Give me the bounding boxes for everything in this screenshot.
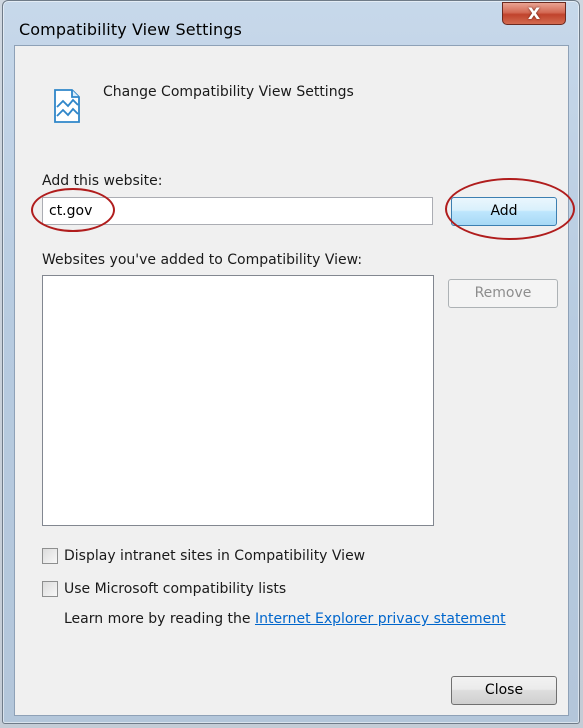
input-highlight-circle bbox=[31, 188, 115, 232]
compatibility-view-dialog: Compatibility View Settings X Change Com… bbox=[2, 0, 580, 724]
intranet-option[interactable]: Display intranet sites in Compatibility … bbox=[42, 546, 365, 566]
window-title: Compatibility View Settings bbox=[19, 20, 242, 39]
remove-button[interactable]: Remove bbox=[448, 279, 558, 308]
added-websites-label: Websites you've added to Compatibility V… bbox=[42, 252, 363, 268]
add-button-highlight-circle bbox=[445, 178, 575, 240]
intranet-checkbox[interactable] bbox=[42, 548, 58, 564]
compatibility-view-icon bbox=[54, 89, 80, 123]
title-bar: Compatibility View Settings X bbox=[3, 1, 579, 45]
dialog-body: Change Compatibility View Settings Add t… bbox=[14, 45, 575, 716]
added-websites-list[interactable] bbox=[42, 275, 434, 526]
page-title: Change Compatibility View Settings bbox=[103, 84, 354, 100]
learn-more-prefix: Learn more by reading the bbox=[64, 611, 255, 627]
close-button[interactable]: Close bbox=[451, 676, 557, 705]
ms-lists-checkbox-label: Use Microsoft compatibility lists bbox=[64, 581, 287, 597]
ms-lists-option[interactable]: Use Microsoft compatibility lists bbox=[42, 579, 286, 599]
privacy-statement-link[interactable]: Internet Explorer privacy statement bbox=[255, 611, 506, 627]
window-close-button[interactable]: X bbox=[502, 2, 566, 25]
intranet-checkbox-label: Display intranet sites in Compatibility … bbox=[64, 548, 366, 564]
ms-lists-checkbox[interactable] bbox=[42, 581, 58, 597]
add-website-label: Add this website: bbox=[42, 173, 163, 189]
learn-more-text: Learn more by reading the Internet Explo… bbox=[64, 611, 506, 627]
